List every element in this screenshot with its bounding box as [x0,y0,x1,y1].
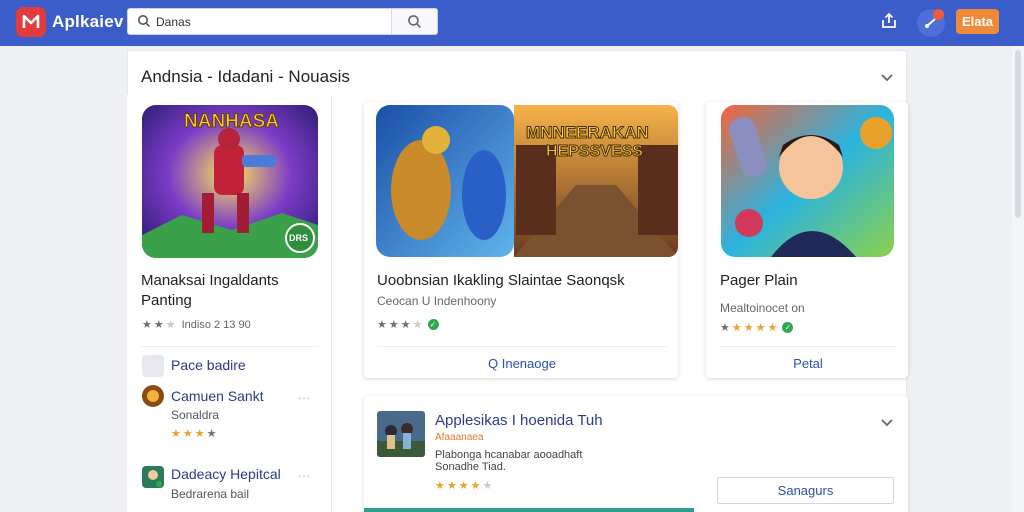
card-1-artwork[interactable]: NANHASA DRS [142,105,318,258]
list-item-2-icon [142,385,164,407]
star-icon: ★ [755,322,766,334]
search-button[interactable] [391,9,437,34]
list-item-2-title[interactable]: Camuen Sankt [171,388,264,404]
verified-icon: ✓ [782,322,794,333]
star-icon: ★ [206,428,217,440]
star-icon: ★ [400,319,411,331]
card-3-artwork[interactable] [721,105,894,257]
card-3-action[interactable]: Petal [720,356,896,371]
star-icon: ★ [182,428,193,440]
chevron-down-icon[interactable] [880,415,894,433]
more-options-icon[interactable]: ... [298,388,311,402]
promo-accent-bar [364,508,694,512]
upload-icon[interactable] [880,11,898,34]
promo-description: Plabonga hcanabar aooadhaft Sonadhe Tiad… [435,449,582,473]
search-icon [137,14,151,33]
star-icon: ★ [142,319,152,331]
card-1-art-badge: DRS [289,233,309,243]
card-2-title[interactable]: Uoobnsian Ikakling Slaintae Saonqsk [377,271,672,291]
promo-tag: Afaaanaea [435,432,484,443]
promo-button[interactable]: Sanagurs [717,477,894,504]
promo-image [377,411,425,457]
logo-icon [16,7,46,37]
card-1-art-text: NANHASA [184,111,280,133]
list-item-3-icon [142,466,164,488]
star-icon: ★ [153,319,164,331]
header-cta-button[interactable]: Elata [956,9,999,34]
chevron-down-icon[interactable] [880,70,894,88]
search-icon [408,15,421,28]
star-icon: ★ [412,319,423,331]
card-3-subtitle: Mealtoinocet on [720,301,805,315]
scrollbar[interactable] [1012,46,1024,512]
section-title: Andnsia - Idadani - Nouasis [141,67,350,86]
scroll-thumb[interactable] [1015,50,1021,218]
list-item-1-icon [142,355,164,377]
search-input[interactable] [156,12,386,31]
top-header: Aplkaiev Elata [0,0,1024,46]
card-3-rating: ★ ★ ★ ★ ★ ✓ [720,321,794,334]
card-2-art-text-2: HEPSSVESS [546,143,644,161]
star-icon: ★ [165,319,176,331]
app-title: Aplkaiev [52,12,124,31]
promo-title[interactable]: Applesikas I hoenida Tuh [435,412,603,429]
promo-desc-line-1: Plabonga hcanabar aooadhaft [435,449,583,461]
star-icon: ★ [482,480,493,492]
card-1-rating: ★ ★ ★ Indiso 2 13 90 [142,318,251,332]
card-2-rating: ★ ★ ★ ★ ✓ [377,318,439,331]
list-item-2-subtitle: Sonaldra [171,408,220,422]
card-3-title[interactable]: Pager Plain [720,271,798,291]
card-2-subtitle: Ceocan U Indenhoony [377,294,497,308]
star-icon: ★ [743,322,754,334]
divider [377,346,667,347]
star-icon: ★ [194,428,205,440]
card-2-artwork[interactable]: MNNEERAKAN HEPSSVESS [376,105,678,257]
list-item-2-rating: ★ ★ ★ ★ [171,427,217,440]
divider [141,346,319,347]
list-item-3-subtitle: Bedrarena bail [171,487,250,501]
notification-badge [933,9,944,20]
verified-icon: ✓ [427,319,439,330]
list-item-3-title[interactable]: Dadeacy Hepitcal [171,466,281,482]
star-icon: ★ [435,480,445,492]
more-options-icon[interactable]: ... [298,466,311,480]
card-3-image [721,105,894,257]
star-icon: ★ [470,480,481,492]
list-item-1-title[interactable]: Pace badire [171,357,246,373]
card-1-rating-text: Indiso 2 13 90 [181,318,251,331]
star-icon: ★ [377,319,387,331]
card-1-title[interactable]: Manaksai Ingaldants Panting [141,271,321,311]
promo-thumbnail[interactable] [377,411,425,457]
card-2-action[interactable]: Q Inenaoge [377,356,667,371]
star-icon: ★ [767,322,778,334]
star-icon: ★ [458,480,469,492]
star-icon: ★ [388,319,399,331]
star-icon: ★ [446,480,457,492]
search-bar[interactable] [127,8,438,35]
promo-rating: ★ ★ ★ ★ ★ [435,479,492,492]
star-icon: ★ [720,322,730,334]
app-logo[interactable]: Aplkaiev [16,7,124,37]
star-icon: ★ [171,428,181,440]
card-2-art-text: MNNEERAKAN [526,123,650,143]
star-icon: ★ [731,322,742,334]
promo-desc-line-2: Sonadhe Tiad. [435,461,506,473]
divider [720,346,896,347]
